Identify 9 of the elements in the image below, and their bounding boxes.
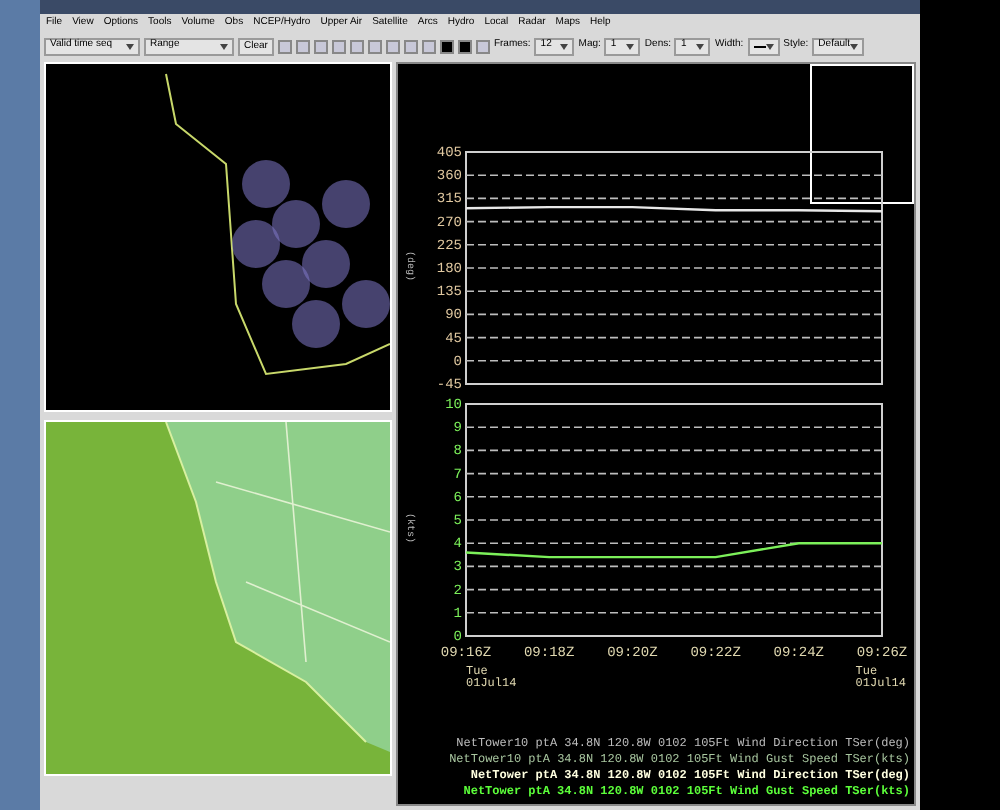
caret-icon [765, 43, 774, 49]
dropdown[interactable] [747, 37, 780, 55]
caret-icon [626, 43, 635, 49]
caret-icon [220, 43, 228, 49]
caret-icon [850, 43, 859, 49]
line-style-icon [753, 45, 766, 47]
caret-icon [126, 43, 134, 49]
caret-icon [560, 43, 569, 49]
caret-icon [696, 43, 705, 49]
